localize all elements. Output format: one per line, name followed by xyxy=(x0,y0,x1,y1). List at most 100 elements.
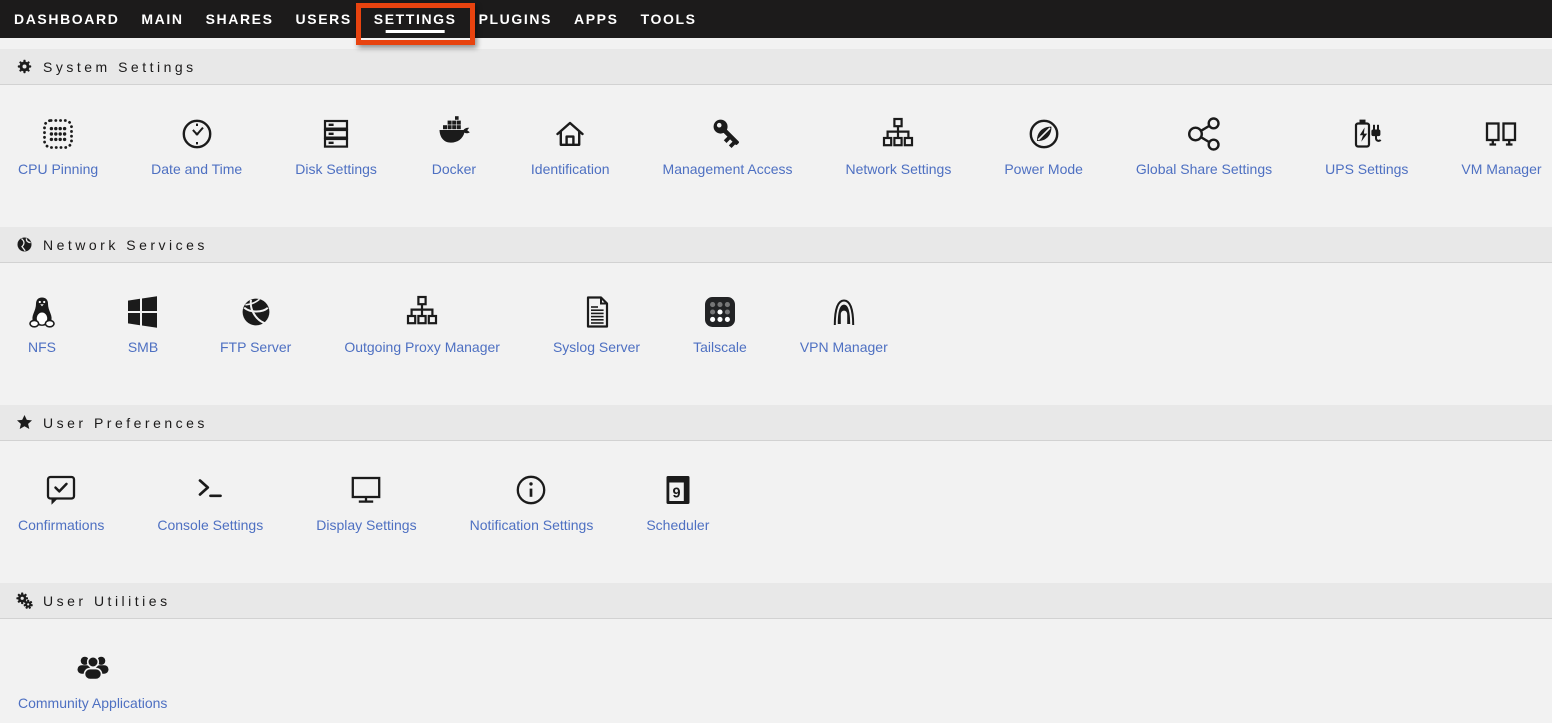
tile-label: Notification Settings xyxy=(470,518,594,533)
battery-plug-icon xyxy=(1343,112,1391,154)
nav-item-label: DASHBOARD xyxy=(14,11,119,27)
tile-label: Outgoing Proxy Manager xyxy=(344,340,500,355)
nav-item-tools[interactable]: TOOLS xyxy=(630,0,708,38)
section-content-user-preferences: Confirmations Console Settings Display S… xyxy=(0,441,1552,583)
incognito-hood-icon xyxy=(820,290,868,332)
section-content-user-utilities: Community Applications xyxy=(0,619,1552,723)
settings-tile-tailscale[interactable]: Tailscale xyxy=(693,290,747,355)
tile-label: CPU Pinning xyxy=(18,162,98,177)
tile-label: Display Settings xyxy=(316,518,416,533)
tile-label: SMB xyxy=(128,340,158,355)
tile-label: Identification xyxy=(531,162,610,177)
dual-monitor-icon xyxy=(1477,112,1525,154)
section-title: User Preferences xyxy=(43,415,208,431)
docker-whale-icon xyxy=(430,112,478,154)
tile-label: NFS xyxy=(28,340,56,355)
tile-label: Date and Time xyxy=(151,162,242,177)
section-header-user-preferences: User Preferences xyxy=(0,405,1552,441)
tile-label: VM Manager xyxy=(1461,162,1541,177)
nav-item-users[interactable]: USERS xyxy=(285,0,363,38)
nav-item-main[interactable]: MAIN xyxy=(130,0,194,38)
calendar-icon: 9 xyxy=(654,468,702,510)
globe-sphere-icon xyxy=(232,290,280,332)
nav-item-apps[interactable]: APPS xyxy=(563,0,630,38)
nav-item-label: SETTINGS xyxy=(374,11,457,27)
globe-icon xyxy=(16,236,33,253)
sitemap-icon xyxy=(398,290,446,332)
home-icon xyxy=(546,112,594,154)
gears-icon xyxy=(16,592,33,609)
tile-label: UPS Settings xyxy=(1325,162,1408,177)
settings-tile-ftp-server[interactable]: FTP Server xyxy=(220,290,291,355)
section-content-network-services: NFS SMB FTP Server Outgoing Proxy Manage… xyxy=(0,263,1552,405)
monitor-icon xyxy=(342,468,390,510)
settings-tile-disk-settings[interactable]: Disk Settings xyxy=(295,112,377,177)
section-header-network-services: Network Services xyxy=(0,227,1552,263)
settings-tile-smb[interactable]: SMB xyxy=(119,290,167,355)
tile-label: Network Settings xyxy=(846,162,952,177)
sitemap-icon xyxy=(874,112,922,154)
nav-item-label: APPS xyxy=(574,11,619,27)
nav-item-label: PLUGINS xyxy=(479,11,552,27)
section-title: System Settings xyxy=(43,59,197,75)
nav-item-plugins[interactable]: PLUGINS xyxy=(468,0,563,38)
nav-item-label: SHARES xyxy=(206,11,274,27)
tile-label: Power Mode xyxy=(1004,162,1083,177)
nav-item-label: TOOLS xyxy=(641,11,697,27)
unraid-settings-page: { "nav": { "bg_color": "#1c1b1b", "highl… xyxy=(0,0,1552,723)
settings-tile-management-access[interactable]: Management Access xyxy=(663,112,793,177)
gear-icon xyxy=(16,58,33,75)
nav-item-label: USERS xyxy=(296,11,352,27)
comment-check-icon xyxy=(37,468,85,510)
settings-tile-cpu-pinning[interactable]: CPU Pinning xyxy=(18,112,98,177)
nav-item-shares[interactable]: SHARES xyxy=(195,0,285,38)
settings-tile-scheduler[interactable]: 9 Scheduler xyxy=(646,468,709,533)
section-header-system-settings: System Settings xyxy=(0,49,1552,85)
nav-item-dashboard[interactable]: DASHBOARD xyxy=(14,0,130,38)
settings-tile-power-mode[interactable]: Power Mode xyxy=(1004,112,1083,177)
tile-label: Tailscale xyxy=(693,340,747,355)
settings-tile-confirmations[interactable]: Confirmations xyxy=(18,468,104,533)
star-icon xyxy=(16,414,33,431)
settings-tile-docker[interactable]: Docker xyxy=(430,112,478,177)
leaf-circle-icon xyxy=(1020,112,1068,154)
tile-label: Confirmations xyxy=(18,518,104,533)
document-lines-icon xyxy=(573,290,621,332)
tile-label: Community Applications xyxy=(18,696,167,711)
tile-label: FTP Server xyxy=(220,340,291,355)
settings-tile-global-share-settings[interactable]: Global Share Settings xyxy=(1136,112,1272,177)
tile-label: Global Share Settings xyxy=(1136,162,1272,177)
settings-tile-community-applications[interactable]: Community Applications xyxy=(18,646,167,711)
server-stack-icon xyxy=(312,112,360,154)
section-title: Network Services xyxy=(43,237,208,253)
main-nav: DASHBOARD MAIN SHARES USERS SETTINGS PLUGINS A… xyxy=(0,0,1552,38)
settings-tile-vm-manager[interactable]: VM Manager xyxy=(1461,112,1541,177)
tile-label: Console Settings xyxy=(157,518,263,533)
settings-tile-console-settings[interactable]: Console Settings xyxy=(157,468,263,533)
settings-tile-nfs[interactable]: NFS xyxy=(18,290,66,355)
tux-penguin-icon xyxy=(18,290,66,332)
terminal-icon xyxy=(186,468,234,510)
tile-label: Disk Settings xyxy=(295,162,377,177)
tile-label: Syslog Server xyxy=(553,340,640,355)
svg-text:9: 9 xyxy=(672,485,680,501)
settings-sections: System Settings CPU Pinning Date and Time… xyxy=(0,49,1552,723)
settings-tile-ups-settings[interactable]: UPS Settings xyxy=(1325,112,1408,177)
nav-item-settings[interactable]: SETTINGS xyxy=(363,0,468,38)
clock-icon xyxy=(173,112,221,154)
users-group-icon xyxy=(69,646,117,688)
settings-tile-identification[interactable]: Identification xyxy=(531,112,610,177)
tile-label: Scheduler xyxy=(646,518,709,533)
active-tab-underline xyxy=(386,30,445,33)
tailscale-dots-icon xyxy=(696,290,744,332)
section-title: User Utilities xyxy=(43,593,171,609)
settings-tile-notification-settings[interactable]: Notification Settings xyxy=(470,468,594,533)
settings-tile-outgoing-proxy-manager[interactable]: Outgoing Proxy Manager xyxy=(344,290,500,355)
settings-tile-syslog-server[interactable]: Syslog Server xyxy=(553,290,640,355)
settings-tile-date-and-time[interactable]: Date and Time xyxy=(151,112,242,177)
share-nodes-icon xyxy=(1180,112,1228,154)
settings-tile-display-settings[interactable]: Display Settings xyxy=(316,468,416,533)
tile-label: Docker xyxy=(432,162,476,177)
settings-tile-network-settings[interactable]: Network Settings xyxy=(846,112,952,177)
settings-tile-vpn-manager[interactable]: VPN Manager xyxy=(800,290,888,355)
